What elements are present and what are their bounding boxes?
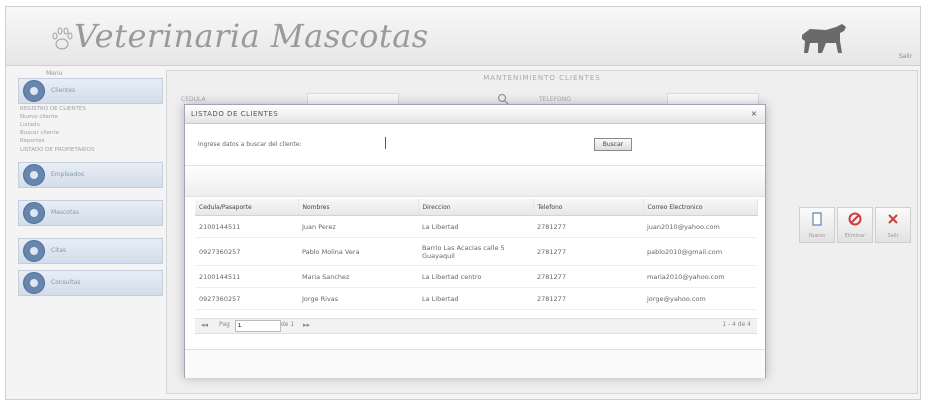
table-cell: La Libertad <box>418 215 533 238</box>
logout-link[interactable]: Salir <box>899 53 912 60</box>
search-input[interactable] <box>385 137 575 149</box>
column-header-correo[interactable]: Correo Electronico <box>643 199 758 216</box>
sidebar-item-consultas[interactable]: Consultas <box>18 270 163 296</box>
cedula-label: CEDULA <box>181 96 206 103</box>
column-header-nombres[interactable]: Nombres <box>298 199 419 216</box>
table-cell: Jorge Rivas <box>298 287 418 310</box>
telefono-label: TELEFONO <box>539 96 571 103</box>
sidebar-item-mascotas[interactable]: Mascotas <box>18 200 163 226</box>
app-header: Veterinaria Mascotas Salir <box>6 7 920 66</box>
search-label: Ingrese datos a buscar del cliente: <box>198 141 302 148</box>
records-summary: 1 - 4 de 4 <box>722 321 751 328</box>
table-cell: 2100144511 <box>195 215 298 238</box>
page-number-input[interactable] <box>235 320 281 332</box>
new-button[interactable]: Nuevo <box>799 207 835 243</box>
sidebar-item-citas[interactable]: Citas <box>18 238 163 264</box>
table-cell: 2781277 <box>533 237 643 266</box>
paw-logo-icon <box>52 27 73 50</box>
sidebar-item-empleados[interactable]: Empleados <box>18 162 163 188</box>
sidebar-caption: Menu <box>46 70 63 77</box>
delete-button[interactable]: Eliminar <box>837 207 873 243</box>
table-cell: Maria Sanchez <box>298 265 418 288</box>
sidebar-item-label: Consultas <box>51 279 81 286</box>
table-cell: Juan Perez <box>298 215 418 238</box>
sidebar-subitem-listado[interactable]: Listado <box>20 122 40 128</box>
dialog-footer <box>185 349 765 378</box>
table-cell: La Libertad centro <box>418 265 533 288</box>
delete-button-label: Eliminar <box>844 233 866 239</box>
table-cell: 0927360257 <box>195 237 298 266</box>
dialog-header: LISTADO DE CLIENTES × <box>185 105 765 124</box>
first-page-icon[interactable]: ◂◂ <box>201 321 208 329</box>
sidebar-subitem-buscar[interactable]: Buscar cliente <box>20 130 59 136</box>
pet-icon <box>23 202 45 224</box>
table-row[interactable]: 2100144511 Juan Perez La Libertad 278127… <box>195 215 757 238</box>
table-cell: pablo2010@gmail.com <box>643 237 757 266</box>
table-cell: 2100144511 <box>195 265 298 288</box>
user-icon <box>23 164 45 186</box>
table-header-row: Cedula/Pasaporte Nombres Direccion Telef… <box>195 199 758 216</box>
delete-icon <box>848 212 862 226</box>
table-row[interactable]: 0927360257 Pablo Molina Vera Barrio Las … <box>195 237 757 266</box>
page-label: Pag <box>219 321 230 328</box>
sidebar-subitem-nuevo[interactable]: Nuevo cliente <box>20 114 58 120</box>
table-row[interactable]: 2100144511 Maria Sanchez La Libertad cen… <box>195 265 757 288</box>
dialog-toolbar-band <box>185 165 765 197</box>
calendar-icon <box>23 240 45 262</box>
table-cell: jorge@yahoo.com <box>643 287 757 310</box>
table-cell: maria2010@yahoo.com <box>643 265 757 288</box>
app-title: Veterinaria Mascotas <box>74 17 429 55</box>
search-button[interactable]: Buscar <box>594 138 632 151</box>
sidebar-item-label: Mascotas <box>51 209 80 216</box>
column-header-direccion[interactable]: Direccion <box>418 199 534 216</box>
new-icon <box>812 212 822 226</box>
sidebar-item-clientes[interactable]: Clientes <box>18 78 163 104</box>
next-page-icon[interactable]: ▸▸ <box>303 321 310 329</box>
table-cell: Barrio Las Acacias calle 5 Guayaquil <box>418 237 533 266</box>
sidebar-subitem-reportes[interactable]: Reportes <box>20 138 44 144</box>
page-title: MANTENIMIENTO CLIENTES <box>483 74 601 82</box>
table-cell: La Libertad <box>418 287 533 310</box>
new-button-label: Nuevo <box>808 233 825 239</box>
dog-icon <box>802 24 846 53</box>
page-total: de 1 <box>281 321 295 328</box>
table-cell: 2781277 <box>533 287 643 310</box>
dialog-title: LISTADO DE CLIENTES <box>191 110 279 118</box>
sidebar-subitem-registro[interactable]: REGISTRO DE CLIENTES <box>20 106 86 112</box>
clients-table: Cedula/Pasaporte Nombres Direccion Telef… <box>195 199 758 310</box>
client-list-dialog: LISTADO DE CLIENTES × Ingrese datos a bu… <box>184 104 766 378</box>
sidebar-item-label: Empleados <box>51 171 85 178</box>
column-header-cedula[interactable]: Cedula/Pasaporte <box>195 199 299 216</box>
sidebar: Menu Clientes REGISTRO DE CLIENTES Nuevo… <box>16 70 163 392</box>
user-icon <box>23 80 45 102</box>
clipboard-icon <box>23 272 45 294</box>
table-cell: juan2010@yahoo.com <box>643 215 757 238</box>
table-row[interactable]: 0927360257 Jorge Rivas La Libertad 27812… <box>195 287 757 310</box>
pagination-bar: ◂◂ Pag de 1 ▸▸ 1 - 4 de 4 <box>195 318 757 334</box>
table-cell: Pablo Molina Vera <box>298 237 418 266</box>
exit-button[interactable]: Salir <box>875 207 911 243</box>
close-icon[interactable]: × <box>749 109 759 119</box>
table-cell: 0927360257 <box>195 287 298 310</box>
sidebar-subitem-propietarios[interactable]: LISTADO DE PROPIETARIOS <box>20 147 94 153</box>
sidebar-item-label: Citas <box>51 247 67 254</box>
table-cell: 2781277 <box>533 265 643 288</box>
column-header-telefono[interactable]: Telefono <box>533 199 644 216</box>
sidebar-item-label: Clientes <box>51 87 76 94</box>
table-cell: 2781277 <box>533 215 643 238</box>
exit-button-label: Salir <box>887 233 899 239</box>
exit-icon <box>888 214 898 224</box>
